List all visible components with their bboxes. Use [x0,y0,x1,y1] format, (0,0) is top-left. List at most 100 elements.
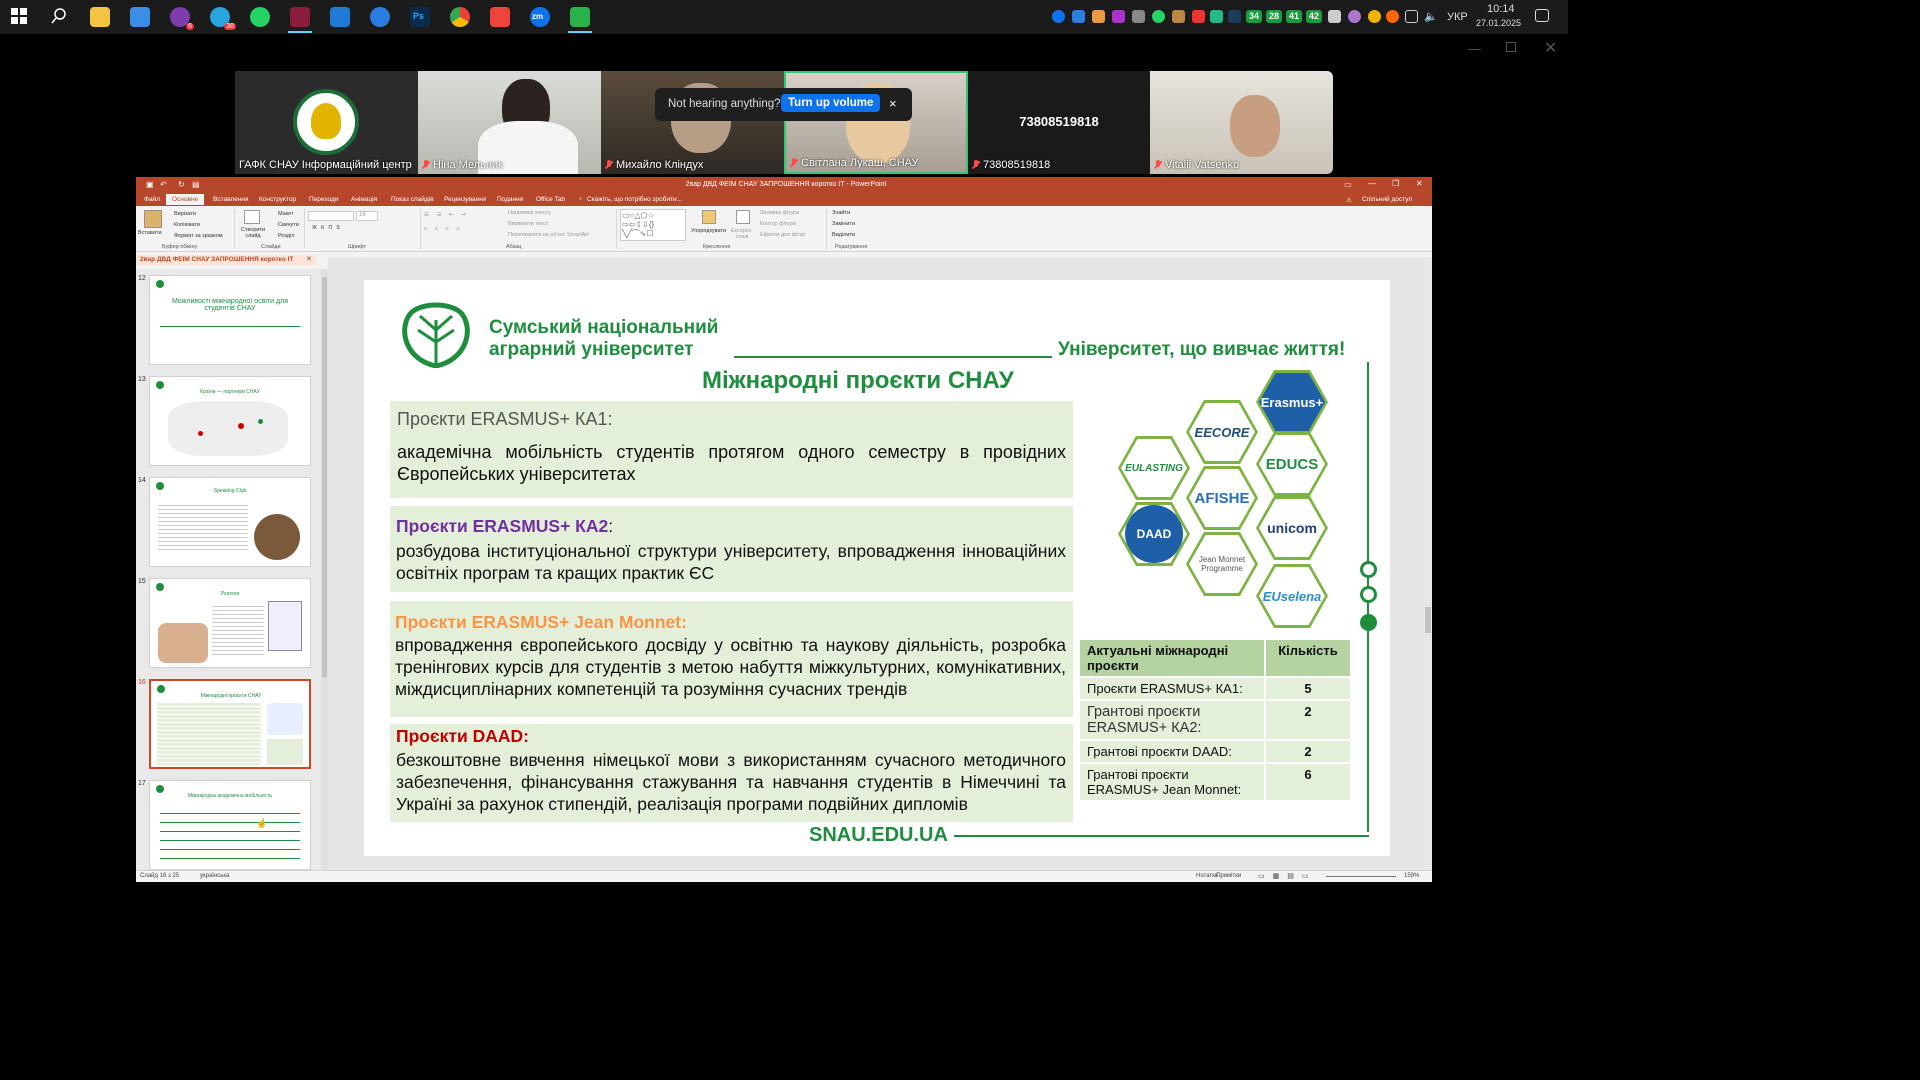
video-tile[interactable]: Михайло Кліндух [601,71,784,174]
maximize-icon[interactable] [1506,42,1516,52]
tell-me-search[interactable]: Скажіть, що потрібно зробити... [587,196,682,203]
align-text-button[interactable]: Вирівняти текст [508,221,548,227]
tray-app-icon[interactable] [1132,10,1145,23]
thumbnails-scrollbar[interactable] [321,269,328,870]
document-tab[interactable]: 2вар ДВД ФЕІМ СНАУ ЗАПРОШЕННЯ коротко IT… [136,255,316,265]
tray-number-badge[interactable]: 41 [1286,10,1302,23]
photoshop-icon[interactable]: Ps [410,7,430,27]
chrome-icon[interactable] [450,7,470,27]
tray-number-badge[interactable]: 34 [1246,10,1262,23]
shield-icon[interactable] [1210,10,1223,23]
tray-app-icon[interactable] [1112,10,1125,23]
video-tile-active-speaker[interactable]: Світлана Лукаш, СНАУ [784,71,968,174]
tab-home[interactable]: Основне [166,194,205,205]
notes-button[interactable]: Нотатки [1196,873,1218,879]
tray-app-icon[interactable] [1386,10,1399,23]
quick-styles-button[interactable]: Експрес-стилі [728,228,756,240]
video-tile[interactable]: Vitalii Vatsenko [1150,71,1333,174]
tab-insert[interactable]: Вставлення [213,196,249,203]
tray-app-icon[interactable] [1368,10,1381,23]
new-slide-icon[interactable] [244,210,260,224]
tab-office-tab[interactable]: Office Tab [536,196,565,203]
language-status[interactable]: українська [200,873,230,879]
close-icon[interactable]: ✕ [1544,38,1557,58]
video-tile[interactable]: ГАФК СНАУ Інформаційний центр [235,71,418,174]
copy-button[interactable]: Копіювати [174,222,200,228]
new-slide-button[interactable]: Створити слайд [238,227,268,239]
shapes-gallery[interactable]: ▭○△⬠☆ ⇨⇦⇧⇩{} ╲╱⌒∿☐ [620,209,686,241]
app-green-icon[interactable] [570,7,590,27]
tray-number-badge[interactable]: 28 [1266,10,1282,23]
video-tile[interactable]: 73808519818 73808519818 [968,71,1150,174]
font-name-select[interactable] [308,211,354,221]
whatsapp-tray-icon[interactable] [1152,10,1165,23]
font-format-buttons[interactable]: ЖКПS [312,225,344,231]
tray-number-badge[interactable]: 42 [1306,10,1322,23]
microsoft-store-icon[interactable] [130,7,150,27]
vscode-icon[interactable] [330,7,350,27]
comments-button[interactable]: Примітки [1216,873,1241,879]
reset-button[interactable]: Скинути [278,222,299,228]
layout-button[interactable]: Макет [278,211,294,217]
arrange-icon[interactable] [702,210,716,224]
tab-review[interactable]: Рецензування [444,196,486,203]
slide-thumbnail[interactable]: Можливості міжнародної освіти для студен… [149,275,311,365]
save-icon[interactable]: ▣ [146,180,154,189]
volume-icon[interactable]: 🔈 [1424,10,1438,23]
slide-canvas[interactable]: Сумський національний аграрний університ… [364,280,1390,856]
slide-thumbnail[interactable]: Speaking Club [149,477,311,567]
quick-styles-icon[interactable] [736,210,750,224]
find-button[interactable]: Знайти [832,210,850,216]
shape-fill-button[interactable]: Заливка фігури [760,210,799,216]
font-size-select[interactable]: 16 [356,211,378,221]
file-explorer-icon[interactable] [90,7,110,27]
tab-design[interactable]: Конструктор [259,196,296,203]
clock-date[interactable]: 27.01.2025 [1476,18,1521,28]
tab-file[interactable]: Файл [144,196,160,203]
slide-thumbnail[interactable]: Pearson [149,578,311,668]
toast-close-button[interactable]: × [889,96,897,111]
maximize-icon[interactable]: ❐ [1392,179,1399,188]
slide-thumbnail-selected[interactable]: Міжнародні проєкти СНАУ [149,679,311,769]
tray-app-icon[interactable] [1092,10,1105,23]
zoom-slider[interactable] [1326,876,1396,877]
whatsapp-icon[interactable] [250,7,270,27]
replace-button[interactable]: Замінити [832,221,855,227]
shape-effects-button[interactable]: Ефекти для фігур [760,232,805,238]
slide-thumbnail[interactable]: Міжнародна академічна мобільність [149,780,311,870]
minimize-icon[interactable]: — [1368,179,1376,188]
document-tab-close[interactable]: ✕ [306,255,312,263]
redo-icon[interactable]: ↻ [178,180,185,189]
paste-button[interactable]: Вставити [138,230,162,236]
tab-animations[interactable]: Анімація [351,196,377,203]
tray-app-icon[interactable] [1172,10,1185,23]
shape-outline-button[interactable]: Контур фігури [760,221,796,227]
network-icon[interactable] [1405,10,1418,23]
minimize-icon[interactable]: — [1468,41,1481,56]
viber-icon[interactable]: 6 [170,7,194,30]
undo-icon[interactable]: ↶ [160,180,167,189]
viber-tray-icon[interactable] [1348,10,1361,23]
search-icon[interactable] [50,7,70,27]
zoom-tray-icon[interactable] [1052,10,1065,23]
windows-start-icon[interactable] [10,7,30,27]
smartart-button[interactable]: Перетворити на об'єкт SmartArt [508,232,589,238]
firefox-icon[interactable] [370,7,390,27]
clock-time[interactable]: 10:14 [1487,3,1515,15]
select-button[interactable]: Виділити [832,232,855,238]
tray-app-icon[interactable] [1192,10,1205,23]
arrange-button[interactable]: Упорядкувати [691,228,726,234]
anydesk-icon[interactable] [490,7,510,27]
editor-scrollbar[interactable] [1424,257,1432,870]
telegram-tray-icon[interactable] [1328,10,1341,23]
format-painter-button[interactable]: Формат за зразком [174,233,223,239]
slide-thumbnail[interactable]: Країни — партнери СНАУ [149,376,311,466]
tab-slideshow[interactable]: Показ слайдів [391,196,434,203]
paste-icon[interactable] [144,210,162,228]
ribbon-options-icon[interactable]: ▭ [1344,180,1352,189]
steam-icon[interactable] [1228,10,1241,23]
video-tile[interactable]: Ніна Мельник [418,71,601,174]
view-buttons[interactable]: ▭▦▤▭ [1258,872,1316,880]
language-indicator[interactable]: УКР [1447,11,1468,23]
zoom-level[interactable]: 159% [1404,873,1419,879]
